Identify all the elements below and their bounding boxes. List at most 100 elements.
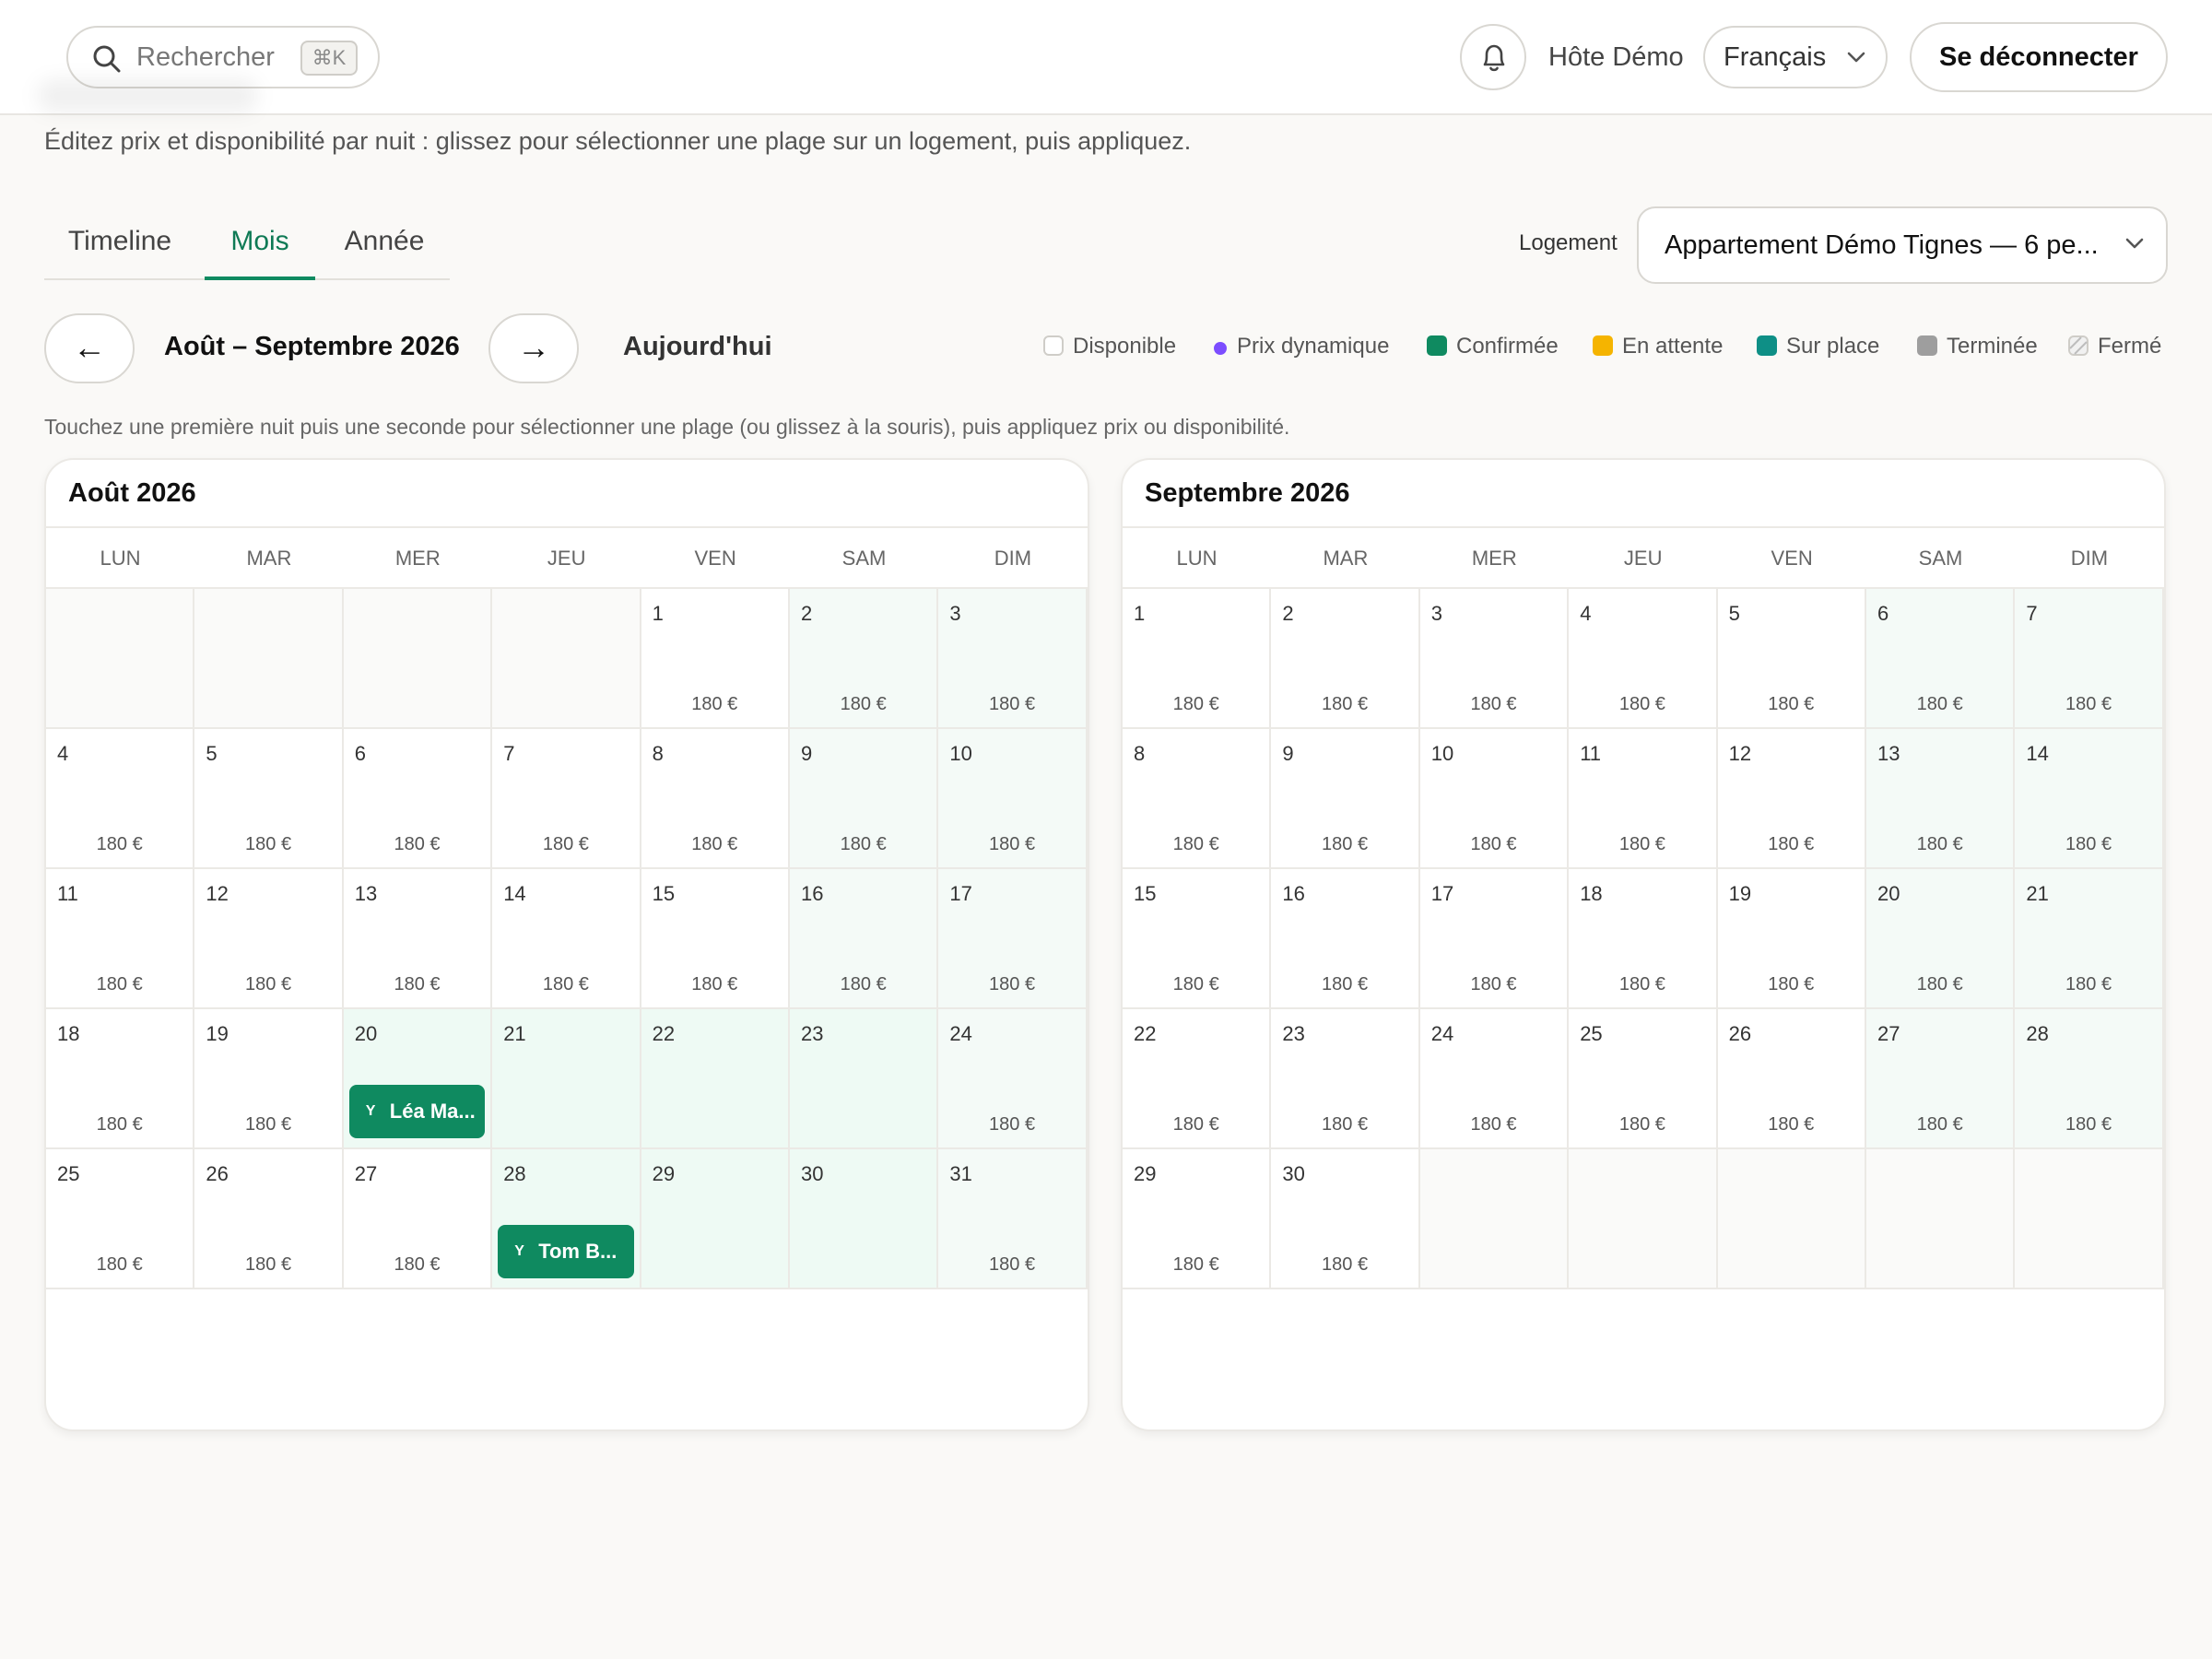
calendar-day-cell[interactable]: 20 180 € bbox=[1866, 869, 2016, 1009]
calendar-day-cell[interactable]: 14 180 € bbox=[2015, 729, 2164, 869]
logement-select[interactable]: Appartement Démo Tignes — 6 pe... bbox=[1637, 206, 2168, 284]
calendar-day-cell[interactable]: 25 180 € bbox=[1569, 1009, 1718, 1149]
calendar-day-cell[interactable]: 5 180 € bbox=[1717, 589, 1866, 729]
booking-guest-name: Tom B... bbox=[538, 1240, 618, 1263]
calendar-day-cell[interactable]: 11 180 € bbox=[1569, 729, 1718, 869]
calendar-day-cell[interactable]: 2 180 € bbox=[790, 589, 939, 729]
weekday-label: MAR bbox=[1323, 547, 1369, 570]
calendar-day-cell[interactable]: 17 180 € bbox=[938, 869, 1088, 1009]
calendar-day-cell[interactable]: 2 180 € bbox=[1271, 589, 1420, 729]
calendar-day-cell[interactable]: 28 180 € bbox=[2015, 1009, 2164, 1149]
chevron-down-icon bbox=[2125, 238, 2144, 249]
weekday-label: VEN bbox=[694, 547, 736, 570]
night-price: 180 € bbox=[2065, 834, 2112, 854]
calendar-day-cell[interactable]: 6 180 € bbox=[1866, 589, 2016, 729]
calendar-day-cell[interactable]: 23 bbox=[790, 1009, 939, 1149]
calendar-day-cell[interactable]: 13 180 € bbox=[343, 869, 493, 1009]
calendar-day-cell[interactable]: 4 180 € bbox=[1569, 589, 1718, 729]
night-price: 180 € bbox=[1322, 1114, 1369, 1135]
calendar-day-cell[interactable]: 21 bbox=[492, 1009, 641, 1149]
calendar-day-cell[interactable]: 3 180 € bbox=[1419, 589, 1570, 729]
view-tabs: Timeline Mois Année bbox=[44, 218, 450, 280]
completed-swatch-icon bbox=[1917, 335, 1937, 356]
day-number: 13 bbox=[1877, 742, 1900, 765]
night-price: 180 € bbox=[1470, 1114, 1517, 1135]
day-number: 4 bbox=[1580, 602, 1592, 625]
language-select[interactable]: Français bbox=[1703, 26, 1888, 88]
night-price: 180 € bbox=[691, 834, 738, 854]
calendar-day-cell[interactable]: 9 180 € bbox=[790, 729, 939, 869]
calendar-day-cell[interactable]: 25 180 € bbox=[46, 1149, 195, 1289]
calendar-day-cell[interactable]: 12 180 € bbox=[1717, 729, 1866, 869]
night-price: 180 € bbox=[2065, 1114, 2112, 1135]
calendar-day-cell[interactable]: 29 bbox=[641, 1149, 790, 1289]
calendar-day-cell[interactable]: 24 180 € bbox=[938, 1009, 1088, 1149]
calendar-day-cell[interactable]: 26 180 € bbox=[194, 1149, 344, 1289]
calendar-day-cell[interactable]: 3 180 € bbox=[938, 589, 1088, 729]
weekday-label: VEN bbox=[1771, 547, 1813, 570]
calendar-day-cell[interactable]: 17 180 € bbox=[1419, 869, 1570, 1009]
calendar-day-cell[interactable]: 1 180 € bbox=[1123, 589, 1272, 729]
calendar-day-cell[interactable]: 12 180 € bbox=[194, 869, 344, 1009]
night-price: 180 € bbox=[542, 834, 589, 854]
calendar-day-cell[interactable]: 16 180 € bbox=[1271, 869, 1420, 1009]
day-number: 16 bbox=[801, 882, 824, 905]
calendar-day-cell[interactable]: 4 180 € bbox=[46, 729, 195, 869]
calendar-day-cell[interactable]: 9 180 € bbox=[1271, 729, 1420, 869]
tab-timeline[interactable]: Timeline bbox=[44, 218, 195, 280]
calendar-day-cell[interactable]: 27 180 € bbox=[343, 1149, 493, 1289]
night-price: 180 € bbox=[245, 834, 292, 854]
calendar-day-cell[interactable]: 16 180 € bbox=[790, 869, 939, 1009]
calendar-day-cell[interactable]: 31 180 € bbox=[938, 1149, 1088, 1289]
calendar-day-cell[interactable]: 27 180 € bbox=[1866, 1009, 2016, 1149]
night-price: 180 € bbox=[1768, 694, 1815, 714]
calendar-day-cell[interactable]: 29 180 € bbox=[1123, 1149, 1272, 1289]
night-price: 180 € bbox=[96, 834, 143, 854]
calendar-day-cell[interactable]: 19 180 € bbox=[194, 1009, 344, 1149]
calendar-day-cell[interactable]: 6 180 € bbox=[343, 729, 493, 869]
calendar-day-cell[interactable]: 15 180 € bbox=[1123, 869, 1272, 1009]
calendar-day-cell[interactable]: 15 180 € bbox=[641, 869, 790, 1009]
day-number: 24 bbox=[949, 1022, 972, 1045]
notifications-button[interactable] bbox=[1460, 24, 1526, 90]
calendar-day-cell[interactable]: 13 180 € bbox=[1866, 729, 2016, 869]
calendar-day-cell[interactable]: 8 180 € bbox=[641, 729, 790, 869]
calendar-empty-cell bbox=[1717, 1149, 1866, 1289]
calendar-day-cell[interactable]: 1 180 € bbox=[641, 589, 790, 729]
calendar-empty-cell bbox=[1569, 1149, 1718, 1289]
calendar-day-cell[interactable]: 23 180 € bbox=[1271, 1009, 1420, 1149]
calendar-day-cell[interactable]: 19 180 € bbox=[1717, 869, 1866, 1009]
night-price: 180 € bbox=[394, 1254, 441, 1275]
calendar-day-cell[interactable]: 18 180 € bbox=[1569, 869, 1718, 1009]
night-price: 180 € bbox=[989, 1114, 1036, 1135]
calendar-day-cell[interactable]: 24 180 € bbox=[1419, 1009, 1570, 1149]
calendar-day-cell[interactable]: 22 bbox=[641, 1009, 790, 1149]
calendar-title: Septembre 2026 bbox=[1145, 478, 1350, 508]
previous-month-button[interactable]: ← bbox=[44, 313, 135, 383]
calendar-day-cell[interactable]: 26 180 € bbox=[1717, 1009, 1866, 1149]
today-button[interactable]: Aujourd'hui bbox=[623, 332, 772, 362]
tab-mois[interactable]: Mois bbox=[205, 218, 315, 280]
calendar-day-cell[interactable]: 30 180 € bbox=[1271, 1149, 1420, 1289]
calendar-day-cell[interactable]: 18 180 € bbox=[46, 1009, 195, 1149]
calendar-day-cell[interactable]: 10 180 € bbox=[1419, 729, 1570, 869]
calendar-day-cell[interactable]: 21 180 € bbox=[2015, 869, 2164, 1009]
logout-button[interactable]: Se déconnecter bbox=[1910, 22, 2168, 92]
calendar-day-cell[interactable]: 7 180 € bbox=[492, 729, 641, 869]
calendar-day-cell[interactable]: 8 180 € bbox=[1123, 729, 1272, 869]
night-price: 180 € bbox=[1322, 834, 1369, 854]
calendar-day-cell[interactable]: 22 180 € bbox=[1123, 1009, 1272, 1149]
calendar-day-cell[interactable]: 14 180 € bbox=[492, 869, 641, 1009]
booking-chip[interactable]: Y Léa Ma... bbox=[348, 1085, 486, 1138]
calendar-day-cell[interactable]: 10 180 € bbox=[938, 729, 1088, 869]
booking-chip[interactable]: Y Tom B... bbox=[498, 1225, 634, 1278]
next-month-button[interactable]: → bbox=[488, 313, 579, 383]
day-number: 16 bbox=[1282, 882, 1305, 905]
calendar-day-cell[interactable]: 30 bbox=[790, 1149, 939, 1289]
calendar-day-cell[interactable]: 7 180 € bbox=[2015, 589, 2164, 729]
night-price: 180 € bbox=[840, 694, 887, 714]
calendar-day-cell[interactable]: 11 180 € bbox=[46, 869, 195, 1009]
tab-annee[interactable]: Année bbox=[324, 218, 444, 280]
search-shortcut-badge: ⌘K bbox=[300, 41, 358, 76]
calendar-day-cell[interactable]: 5 180 € bbox=[194, 729, 344, 869]
